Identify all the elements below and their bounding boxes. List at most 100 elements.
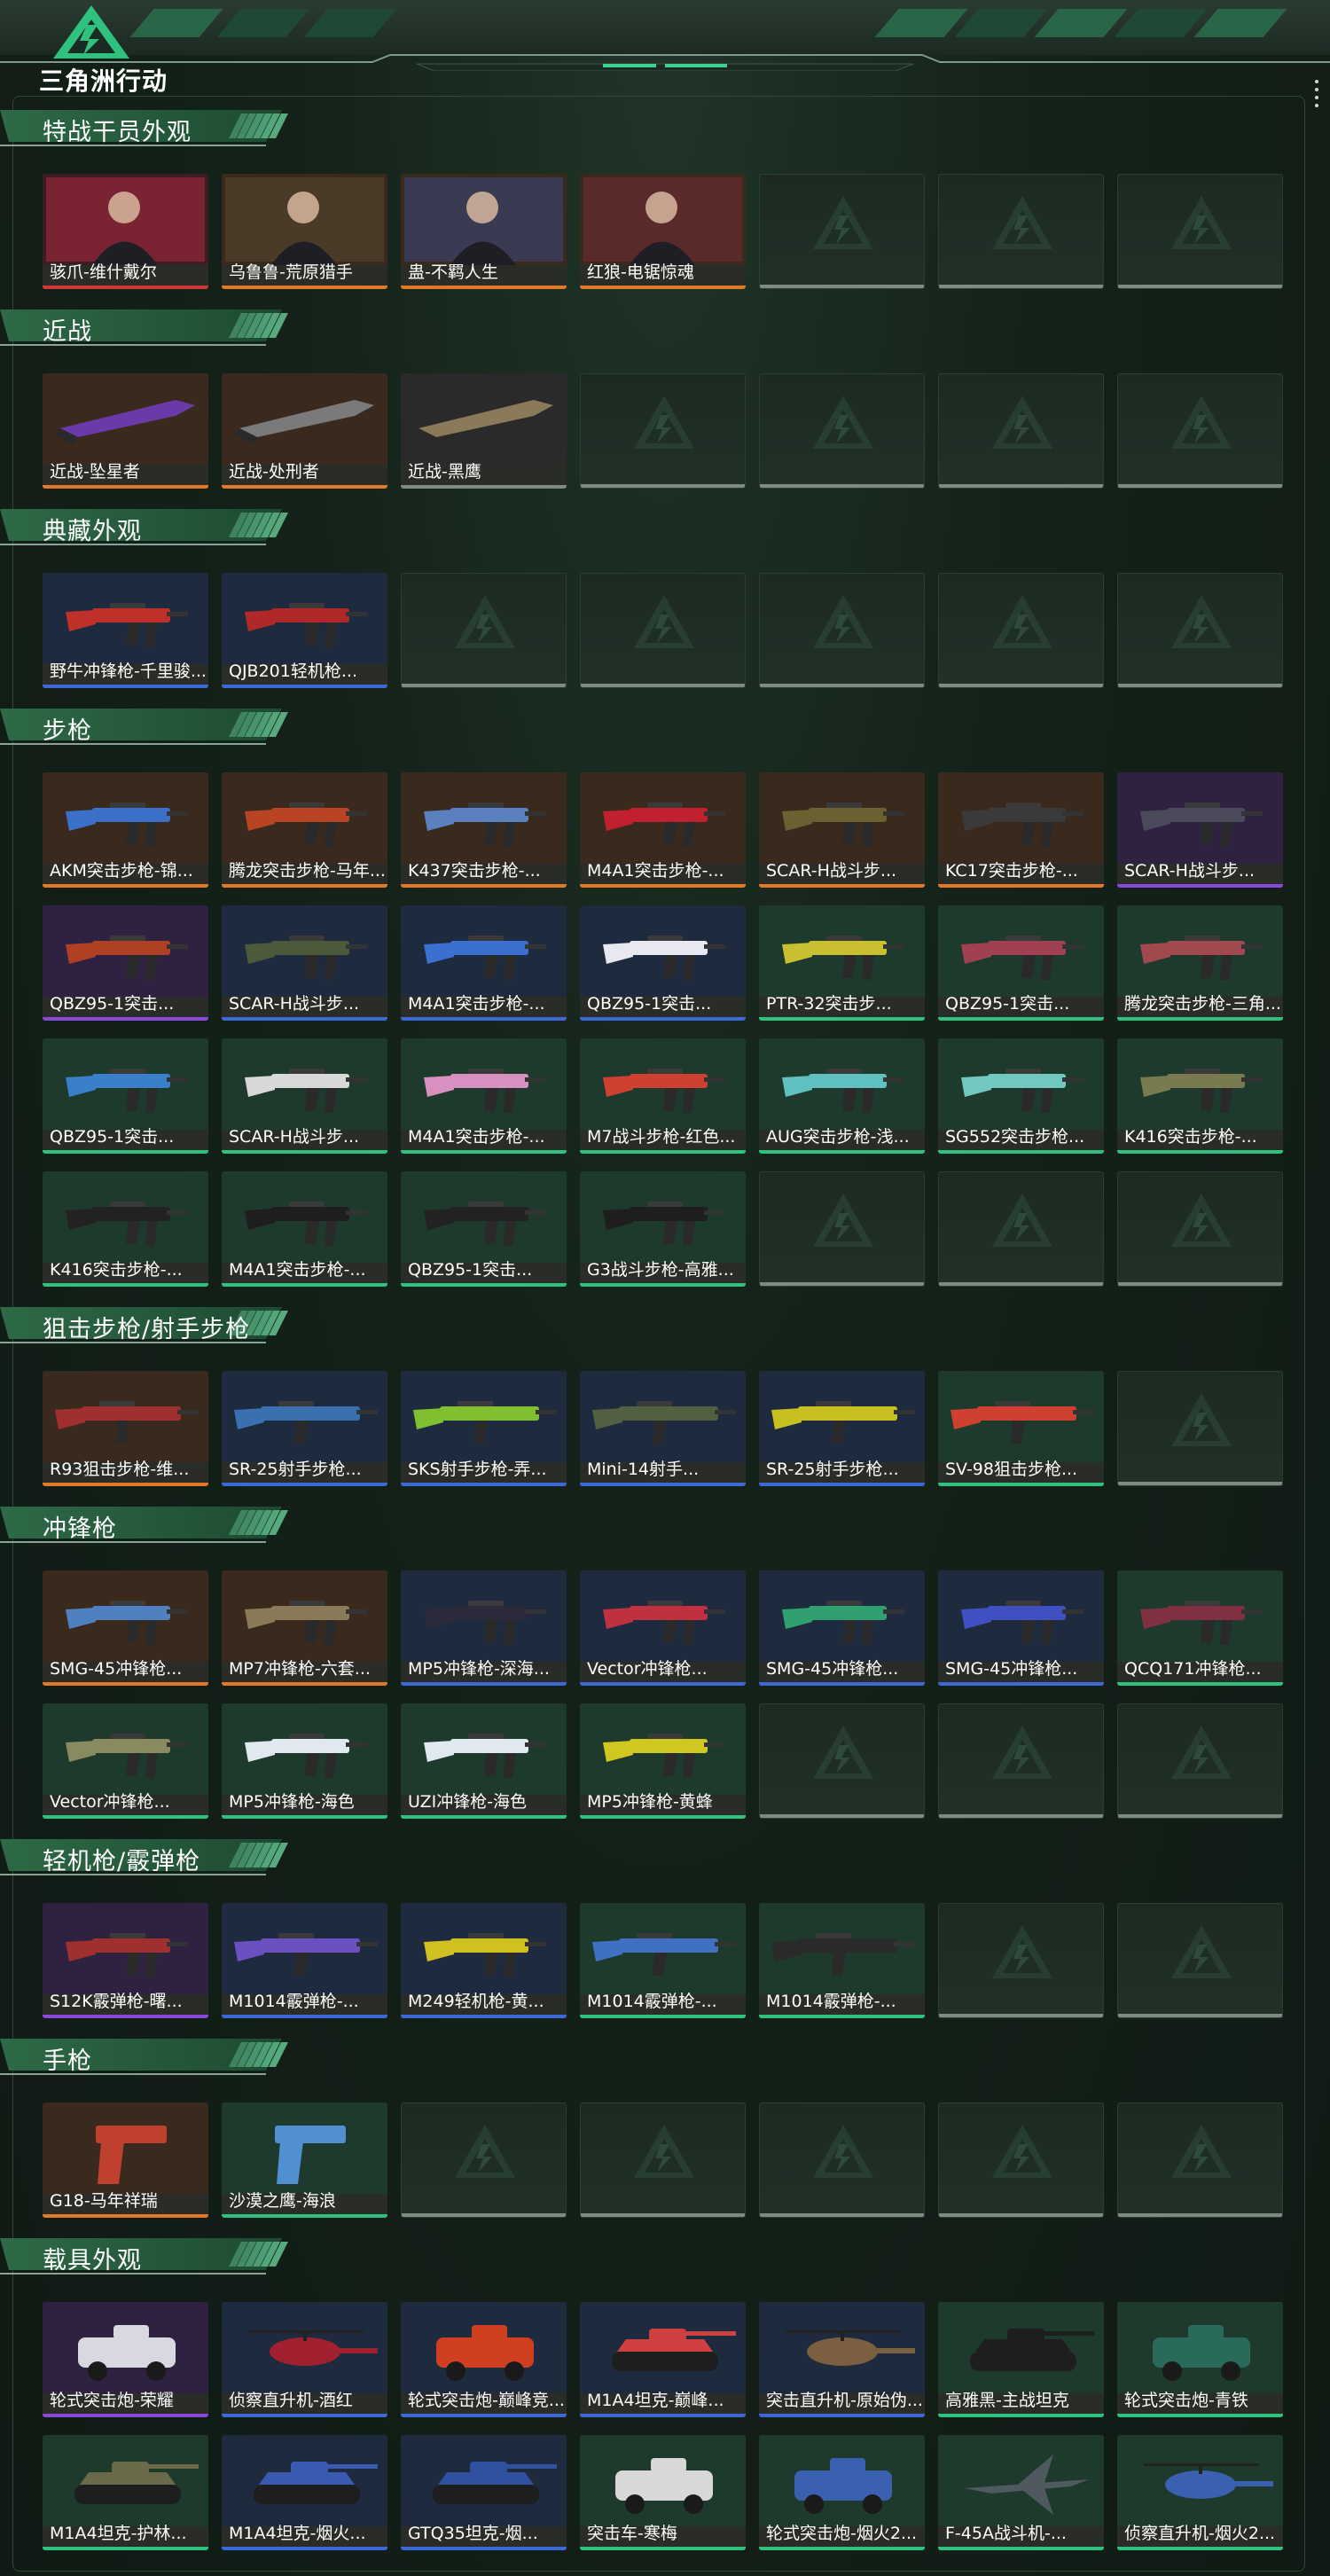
item-card[interactable]: G18-马年祥瑞 [43, 2102, 208, 2218]
item-card[interactable]: 轮式突击炮-青铁 [1117, 2302, 1283, 2417]
item-card[interactable]: AUG突击步枪-浅... [759, 1038, 925, 1154]
item-card[interactable]: SV-98狙击步枪... [938, 1371, 1104, 1486]
item-card[interactable]: M4A1突击步枪-... [401, 1038, 567, 1154]
item-card[interactable]: Mini-14射手... [580, 1371, 746, 1486]
item-card[interactable]: 蛊-不羁人生 [401, 174, 567, 289]
rarity-bar [1117, 1682, 1283, 1686]
item-card[interactable]: 红狼-电锯惊魂 [580, 174, 746, 289]
item-card[interactable]: M1014霰弹枪-... [759, 1903, 925, 2018]
item-card[interactable]: M4A1突击步枪-... [222, 1171, 387, 1287]
item-card[interactable]: QBZ95-1突击... [938, 905, 1104, 1021]
item-card[interactable]: 侦察直升机-酒红 [222, 2302, 387, 2417]
rarity-bar [222, 1682, 387, 1686]
item-card[interactable]: S12K霰弹枪-曙... [43, 1903, 208, 2018]
item-card[interactable]: SMG-45冲锋枪... [43, 1570, 208, 1686]
section-header[interactable]: 冲锋枪 [0, 1503, 293, 1546]
item-card[interactable]: 突击直升机-原始伪... [759, 2302, 925, 2417]
item-card[interactable]: SG552突击步枪... [938, 1038, 1104, 1154]
item-card[interactable]: 野牛冲锋枪-千里骏... [43, 573, 208, 688]
item-card[interactable]: M7战斗步枪-红色... [580, 1038, 746, 1154]
item-card[interactable]: Vector冲锋枪... [580, 1570, 746, 1686]
item-card[interactable]: M4A1突击步枪-... [580, 772, 746, 888]
item-card[interactable]: 骇爪-维什戴尔 [43, 174, 208, 289]
item-card[interactable]: SR-25射手步枪... [759, 1371, 925, 1486]
item-card[interactable]: 高雅黑-主战坦克 [938, 2302, 1104, 2417]
section-header[interactable]: 特战干员外观 [0, 106, 293, 149]
item-card[interactable]: SMG-45冲锋枪... [759, 1570, 925, 1686]
item-card[interactable]: MP7冲锋枪-六套... [222, 1570, 387, 1686]
gun-thumbnail [759, 905, 925, 997]
item-card[interactable]: Vector冲锋枪... [43, 1703, 208, 1819]
rarity-bar [43, 1483, 208, 1486]
placeholder-logo-icon [992, 1925, 1052, 1978]
rarity-bar [43, 485, 208, 489]
item-card[interactable]: 轮式突击炮-荣耀 [43, 2302, 208, 2417]
item-card[interactable]: QBZ95-1突击... [401, 1171, 567, 1287]
item-card[interactable]: M1A4坦克-护林... [43, 2435, 208, 2550]
item-card[interactable]: 近战-处刑者 [222, 373, 387, 489]
item-card[interactable]: 沙漠之鹰-海浪 [222, 2102, 387, 2218]
rarity-bar [43, 1017, 208, 1021]
scroll-indicator[interactable] [1315, 80, 1318, 112]
rarity-bar [580, 2414, 746, 2417]
item-card[interactable]: 轮式突击炮-巅峰竞... [401, 2302, 567, 2417]
item-card[interactable]: SKS射手步枪-弄... [401, 1371, 567, 1486]
item-card[interactable]: K416突击步枪-... [43, 1171, 208, 1287]
item-card[interactable]: SMG-45冲锋枪... [938, 1570, 1104, 1686]
item-card[interactable]: M249轻机枪-黄... [401, 1903, 567, 2018]
item-label: UZI冲锋枪-海色 [408, 1792, 528, 1812]
item-card[interactable]: KC17突击步枪-... [938, 772, 1104, 888]
item-card[interactable]: 近战-黑鹰 [401, 373, 567, 489]
item-card[interactable]: QJB201轻机枪... [222, 573, 387, 688]
section-header[interactable]: 步枪 [0, 705, 293, 748]
item-card[interactable]: 乌鲁鲁-荒原猎手 [222, 174, 387, 289]
item-card[interactable]: 轮式突击炮-烟火2... [759, 2435, 925, 2550]
item-card[interactable]: SCAR-H战斗步... [1117, 772, 1283, 888]
rarity-bar [759, 1483, 925, 1486]
item-card[interactable]: MP5冲锋枪-深海... [401, 1570, 567, 1686]
item-card[interactable]: K437突击步枪-... [401, 772, 567, 888]
item-card[interactable]: R93狙击步枪-维... [43, 1371, 208, 1486]
item-card[interactable]: QBZ95-1突击... [43, 1038, 208, 1154]
item-card[interactable]: GTQ35坦克-烟... [401, 2435, 567, 2550]
section-header[interactable]: 轻机枪/霰弹枪 [0, 1836, 293, 1878]
item-label: 乌鲁鲁-荒原猎手 [229, 262, 353, 282]
section-header[interactable]: 近战 [0, 306, 293, 348]
item-card[interactable]: G3战斗步枪-高雅... [580, 1171, 746, 1287]
item-card[interactable]: QCQ171冲锋枪... [1117, 1570, 1283, 1686]
item-card[interactable]: SCAR-H战斗步... [759, 772, 925, 888]
item-card[interactable]: MP5冲锋枪-黄蜂 [580, 1703, 746, 1819]
item-card[interactable]: SR-25射手步枪... [222, 1371, 387, 1486]
item-card[interactable]: AKM突击步枪-锦... [43, 772, 208, 888]
section-header[interactable]: 载具外观 [0, 2235, 293, 2277]
tank-thumbnail [222, 2435, 387, 2526]
item-card[interactable]: 近战-坠星者 [43, 373, 208, 489]
item-card[interactable]: M1014霰弹枪-... [222, 1903, 387, 2018]
item-card[interactable]: F-45A战斗机-... [938, 2435, 1104, 2550]
item-card[interactable]: 腾龙突击步枪-马年... [222, 772, 387, 888]
item-card[interactable]: M4A1突击步枪-... [401, 905, 567, 1021]
heli-thumbnail [1117, 2435, 1283, 2526]
item-card[interactable]: M1A4坦克-巅峰... [580, 2302, 746, 2417]
rarity-bar [401, 1483, 567, 1486]
item-card[interactable]: SCAR-H战斗步... [222, 1038, 387, 1154]
empty-slot [1117, 573, 1283, 688]
item-card[interactable]: K416突击步枪-... [1117, 1038, 1283, 1154]
section-header[interactable]: 典藏外观 [0, 505, 293, 548]
item-card[interactable]: M1A4坦克-烟火... [222, 2435, 387, 2550]
item-card[interactable]: SCAR-H战斗步... [222, 905, 387, 1021]
placeholder-logo-icon [634, 2125, 694, 2178]
item-card[interactable]: PTR-32突击步... [759, 905, 925, 1021]
item-card[interactable]: 突击车-寒梅 [580, 2435, 746, 2550]
item-card[interactable]: M1014霰弹枪-... [580, 1903, 746, 2018]
item-card[interactable]: QBZ95-1突击... [580, 905, 746, 1021]
section-header[interactable]: 狙击步枪/射手步枪 [0, 1304, 293, 1346]
item-card[interactable]: UZI冲锋枪-海色 [401, 1703, 567, 1819]
item-card[interactable]: QBZ95-1突击... [43, 905, 208, 1021]
item-card[interactable]: MP5冲锋枪-海色 [222, 1703, 387, 1819]
item-label: M1014霰弹枪-... [766, 1992, 896, 2011]
rarity-bar [760, 484, 924, 488]
item-card[interactable]: 腾龙突击步枪-三角... [1117, 905, 1283, 1021]
section-header[interactable]: 手枪 [0, 2035, 293, 2078]
item-card[interactable]: 侦察直升机-烟火2... [1117, 2435, 1283, 2550]
